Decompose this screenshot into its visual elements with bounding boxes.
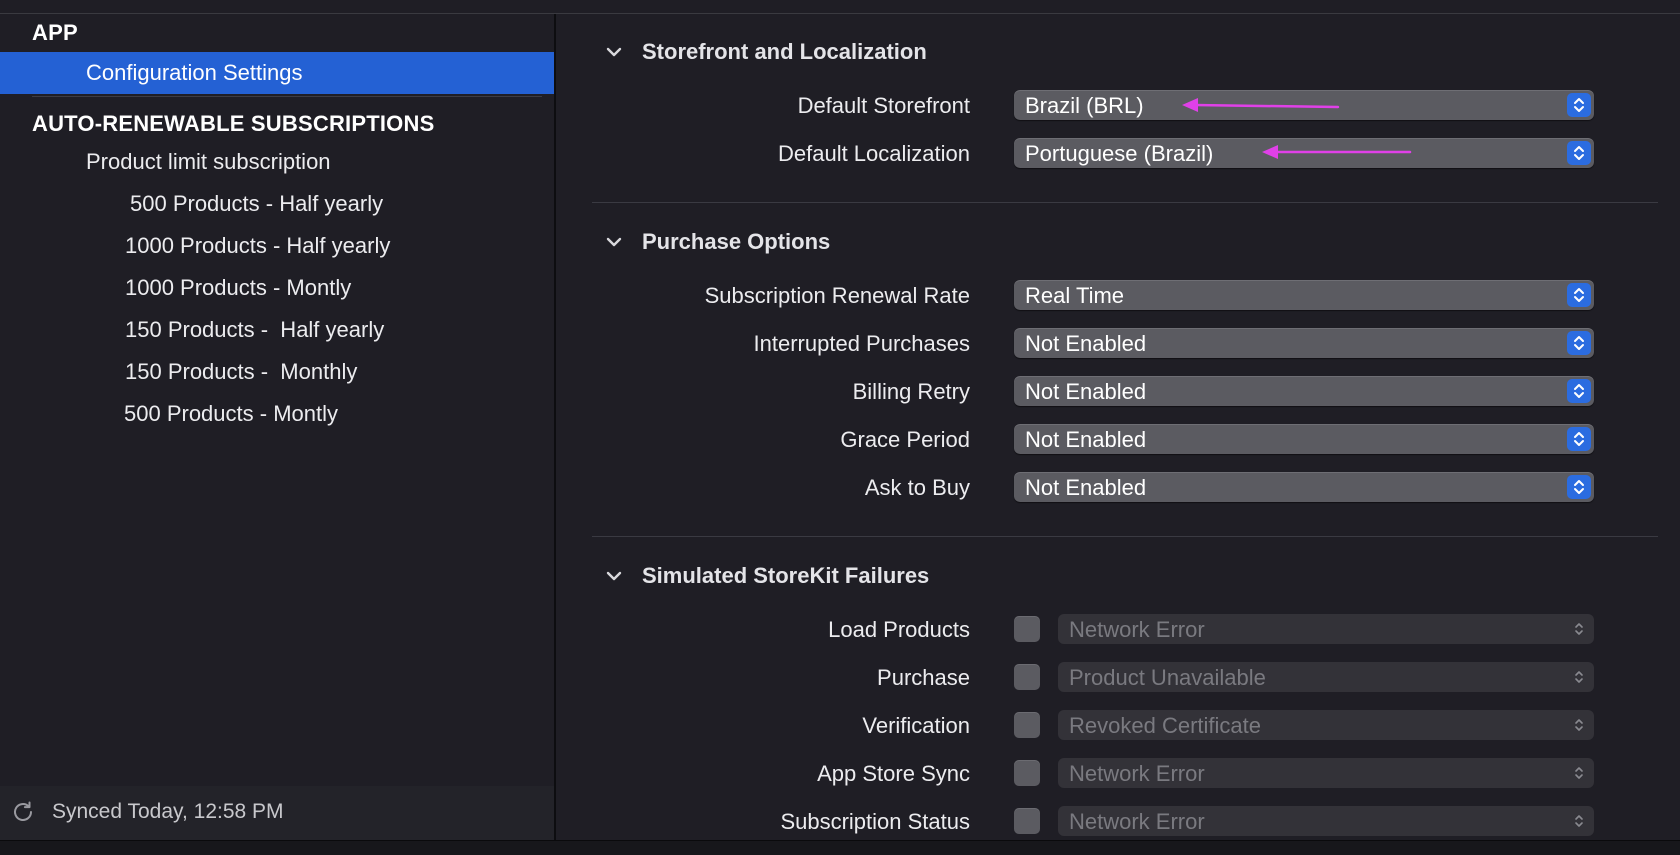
- up-down-chevron-icon: [1567, 93, 1591, 117]
- up-down-chevron-icon: [1575, 623, 1583, 635]
- row-label: Default Localization: [777, 141, 970, 166]
- renewal-rate-popup[interactable]: Real Time: [1014, 280, 1594, 310]
- sidebar-product-item[interactable]: 1000 Products - Montly: [125, 275, 351, 301]
- purchase-error-popup[interactable]: Product Unavailable: [1058, 662, 1594, 692]
- row-label: Subscription Renewal Rate: [704, 283, 970, 308]
- section-title-storekit-failures: Simulated StoreKit Failures: [642, 563, 930, 588]
- up-down-chevron-icon: [1567, 379, 1591, 403]
- up-down-chevron-icon: [1567, 475, 1591, 499]
- row-label: Purchase: [877, 665, 970, 690]
- popup-value: Real Time: [1025, 283, 1125, 308]
- row-label: Subscription Status: [780, 809, 970, 834]
- up-down-chevron-icon: [1567, 331, 1591, 355]
- sidebar-product-item[interactable]: 1000 Products - Half yearly: [125, 233, 390, 259]
- arrow-left-icon: [1182, 98, 1340, 112]
- sidebar-footer: Synced Today, 12:58 PM: [0, 786, 554, 840]
- sidebar-product-item[interactable]: 150 Products - Half yearly: [125, 317, 384, 343]
- billing-retry-popup[interactable]: Not Enabled: [1014, 376, 1594, 406]
- up-down-chevron-icon: [1575, 767, 1583, 779]
- load-products-error-popup[interactable]: Network Error: [1058, 614, 1594, 644]
- section-divider: [592, 536, 1658, 537]
- row-label: Verification: [862, 713, 970, 738]
- sidebar-heading-app: APP: [32, 20, 78, 45]
- popup-value: Brazil (BRL): [1025, 93, 1144, 118]
- popup-value: Revoked Certificate: [1069, 713, 1261, 738]
- sidebar-item-configuration-settings[interactable]: Configuration Settings: [0, 52, 554, 94]
- verification-checkbox[interactable]: [1014, 712, 1040, 738]
- row-label: Load Products: [828, 617, 970, 642]
- popup-value: Not Enabled: [1025, 475, 1147, 500]
- interrupted-purchases-popup[interactable]: Not Enabled: [1014, 328, 1594, 358]
- load-products-checkbox[interactable]: [1014, 616, 1040, 642]
- sidebar-group-product-limit[interactable]: Product limit subscription: [86, 149, 331, 175]
- section-title-purchase-options: Purchase Options: [642, 229, 831, 254]
- subscription-status-checkbox[interactable]: [1014, 808, 1040, 834]
- configuration-panel: Storefront and Localization Default Stor…: [556, 14, 1680, 840]
- popup-value: Not Enabled: [1025, 331, 1147, 356]
- sidebar-product-item[interactable]: 500 Products - Montly: [124, 401, 338, 427]
- section-title-storefront: Storefront and Localization: [642, 39, 927, 64]
- sidebar-item-label: Configuration Settings: [86, 60, 303, 85]
- section-divider: [592, 202, 1658, 203]
- popup-value: Product Unavailable: [1069, 665, 1266, 690]
- window-top-edge: [0, 0, 1680, 14]
- up-down-chevron-icon: [1575, 671, 1583, 683]
- sidebar: APP Configuration Settings AUTO-RENEWABL…: [0, 14, 556, 840]
- grace-period-popup[interactable]: Not Enabled: [1014, 424, 1594, 454]
- chevron-down-icon[interactable]: [604, 42, 624, 62]
- row-label: App Store Sync: [817, 761, 970, 786]
- window-bottom-edge: [0, 840, 1680, 855]
- sidebar-product-item[interactable]: 150 Products - Monthly: [125, 359, 357, 385]
- subscription-status-error-popup[interactable]: Network Error: [1058, 806, 1594, 836]
- up-down-chevron-icon: [1567, 427, 1591, 451]
- arrow-left-icon: [1262, 145, 1412, 159]
- popup-value: Network Error: [1069, 761, 1205, 786]
- up-down-chevron-icon: [1575, 815, 1583, 827]
- up-down-chevron-icon: [1575, 719, 1583, 731]
- verification-error-popup[interactable]: Revoked Certificate: [1058, 710, 1594, 740]
- ask-to-buy-popup[interactable]: Not Enabled: [1014, 472, 1594, 502]
- chevron-down-icon[interactable]: [604, 232, 624, 252]
- popup-value: Not Enabled: [1025, 379, 1147, 404]
- app-store-sync-error-popup[interactable]: Network Error: [1058, 758, 1594, 788]
- row-label: Ask to Buy: [864, 475, 970, 500]
- sync-status-text: Synced Today, 12:58 PM: [52, 800, 284, 823]
- popup-value: Network Error: [1069, 617, 1205, 642]
- app-store-sync-checkbox[interactable]: [1014, 760, 1040, 786]
- popup-value: Portuguese (Brazil): [1025, 141, 1214, 166]
- sidebar-heading-subscriptions: AUTO-RENEWABLE SUBSCRIPTIONS: [32, 111, 435, 136]
- sidebar-product-item[interactable]: 500 Products - Half yearly: [130, 191, 383, 217]
- row-label: Interrupted Purchases: [753, 331, 970, 356]
- up-down-chevron-icon: [1567, 141, 1591, 165]
- row-label: Default Storefront: [797, 93, 970, 118]
- popup-value: Not Enabled: [1025, 427, 1147, 452]
- row-label: Grace Period: [840, 427, 970, 452]
- sync-icon[interactable]: [10, 799, 36, 825]
- up-down-chevron-icon: [1567, 283, 1591, 307]
- purchase-checkbox[interactable]: [1014, 664, 1040, 690]
- row-label: Billing Retry: [852, 379, 970, 404]
- sidebar-divider: [32, 96, 542, 97]
- chevron-down-icon[interactable]: [604, 566, 624, 586]
- popup-value: Network Error: [1069, 809, 1205, 834]
